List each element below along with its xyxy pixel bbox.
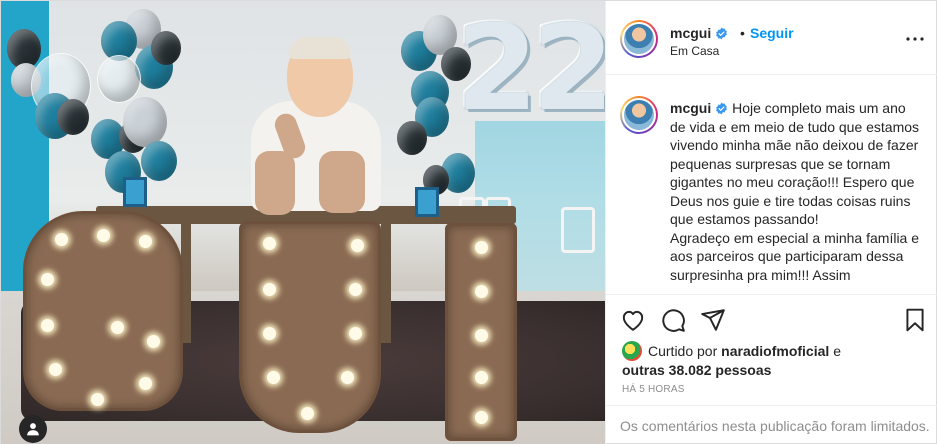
likes-count[interactable]: outras 38.082 pessoas	[622, 362, 771, 378]
caption-avatar[interactable]	[620, 96, 658, 134]
marquee-bulb	[41, 273, 54, 286]
header-separator: •	[740, 25, 745, 41]
likes-summary: Curtido por naradiofmoficial e outras 38…	[622, 341, 932, 379]
photo-frame	[415, 187, 439, 217]
post-caption: mcgui Hoje completo mais um ano de vida …	[606, 76, 937, 294]
marquee-bulb	[263, 327, 276, 340]
marquee-letter-u	[239, 221, 381, 433]
comment-icon[interactable]	[660, 307, 686, 333]
marquee-bulb	[49, 363, 62, 376]
instagram-post: 22 mcgui • Seguir Em Casa mcgui Hoje com…	[0, 0, 937, 444]
heart-icon[interactable]	[620, 307, 646, 333]
chair	[561, 207, 595, 253]
marquee-bulb	[475, 241, 488, 254]
marquee-bulb	[97, 229, 110, 242]
action-bar	[606, 294, 937, 344]
marquee-bulb	[267, 371, 280, 384]
liker-avatar[interactable]	[622, 341, 642, 361]
caption-username[interactable]: mcgui	[670, 100, 728, 116]
marquee-bulb	[91, 393, 104, 406]
follow-button[interactable]: Seguir	[750, 25, 794, 41]
marquee-bulb	[139, 235, 152, 248]
marquee-bulb	[475, 411, 488, 424]
post-photo[interactable]: 22	[1, 1, 605, 444]
tag-user-button[interactable]	[19, 415, 47, 443]
marquee-bulb	[263, 283, 276, 296]
marquee-bulb	[475, 285, 488, 298]
table-leg	[381, 223, 391, 343]
person-arm	[319, 151, 365, 213]
marquee-bulb	[41, 319, 54, 332]
bookmark-icon[interactable]	[902, 307, 928, 333]
balloon	[151, 31, 181, 65]
verified-badge-icon	[716, 27, 728, 40]
marquee-bulb	[139, 377, 152, 390]
marquee-bulb	[475, 329, 488, 342]
balloon	[97, 55, 141, 103]
balloon	[141, 141, 177, 181]
marquee-bulb	[263, 237, 276, 250]
share-icon[interactable]	[700, 307, 726, 333]
comments-limited-notice: Os comentários nesta publicação foram li…	[606, 405, 937, 444]
marquee-bulb	[55, 233, 68, 246]
likes-and: e	[833, 343, 841, 359]
photo-frame	[123, 177, 147, 207]
balloon	[397, 121, 427, 155]
marquee-bulb	[301, 407, 314, 420]
marquee-bulb	[341, 371, 354, 384]
caption-username-text[interactable]: mcgui	[670, 100, 711, 116]
marquee-bulb	[351, 239, 364, 252]
marquee-bulb	[475, 371, 488, 384]
marquee-bulb	[147, 335, 160, 348]
caption-body: Hoje completo mais um ano de vida e em m…	[670, 100, 920, 283]
marquee-bulb	[349, 283, 362, 296]
verified-badge-icon	[716, 102, 728, 115]
post-location[interactable]: Em Casa	[670, 44, 719, 58]
caption-text-block: mcgui Hoje completo mais um ano de vida …	[670, 99, 922, 284]
post-sidebar: mcgui • Seguir Em Casa mcgui Hoje comple…	[605, 1, 937, 444]
liker-username[interactable]: naradiofmoficial	[721, 343, 829, 359]
author-username-text[interactable]: mcgui	[670, 25, 711, 41]
person-arm	[255, 151, 295, 215]
balloon	[123, 97, 167, 147]
marquee-bulb	[111, 321, 124, 334]
author-username[interactable]: mcgui	[670, 25, 728, 41]
person-hair	[289, 37, 351, 59]
author-avatar[interactable]	[620, 20, 658, 58]
post-header: mcgui • Seguir Em Casa	[606, 1, 937, 75]
post-timestamp[interactable]: HÁ 5 HORAS	[622, 384, 685, 395]
balloon	[57, 99, 89, 135]
marquee-bulb	[349, 327, 362, 340]
likes-prefix: Curtido por	[648, 343, 718, 359]
more-options-icon[interactable]	[903, 27, 927, 51]
tag-user-icon	[27, 423, 39, 436]
number-balloons: 22	[456, 1, 605, 137]
